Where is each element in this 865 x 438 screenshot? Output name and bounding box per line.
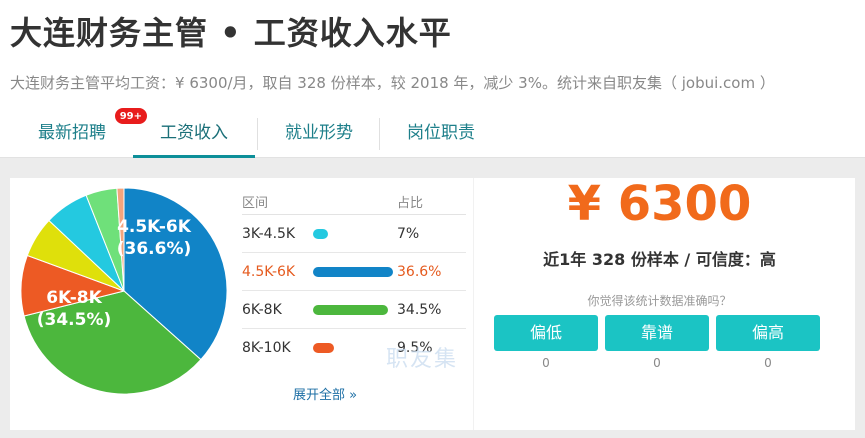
table-row: 6K-8K 34.5% xyxy=(242,291,466,329)
tab-latest-jobs[interactable]: 最新招聘 99+ xyxy=(22,107,148,158)
percent-column-header: 占比 xyxy=(397,196,424,211)
page-subtitle: 大连财务主管平均工资：¥ 6300/月，取自 328 份样本，较 2018 年，… xyxy=(10,74,775,92)
salary-pie-chart: 4.5K-6K (36.6%) 6K-8K (34.5%) xyxy=(20,187,228,395)
pie-label-range: 4.5K-6K xyxy=(117,217,192,237)
vote-low-count: 0 xyxy=(542,356,550,370)
table-row: 3K-4.5K 7% xyxy=(242,215,466,253)
tab-salary[interactable]: 工资收入 xyxy=(133,112,255,158)
pie-label-pct: (36.6%) xyxy=(117,239,192,259)
pie-label-range: 6K-8K xyxy=(46,288,102,308)
tab-employment[interactable]: 就业形势 xyxy=(260,112,378,158)
percent-cell: 7% xyxy=(397,226,420,242)
range-column-header: 区间 xyxy=(242,196,269,211)
percent-cell: 36.6% xyxy=(397,264,442,280)
table-row: 4.5K-6K 36.6% xyxy=(242,253,466,291)
table-header: 区间 占比 xyxy=(242,188,466,215)
percent-bar xyxy=(313,267,393,277)
vote-high-count: 0 xyxy=(764,356,772,370)
percent-bar xyxy=(313,305,389,315)
site-watermark: 职友集 xyxy=(386,347,459,372)
average-salary: ¥ 6300 xyxy=(567,176,752,232)
tab-label: 最新招聘 xyxy=(38,123,106,143)
expand-all-link[interactable]: 展开全部 » xyxy=(293,384,357,403)
tab-label: 工资收入 xyxy=(160,123,228,143)
vote-low-button[interactable]: 偏低 xyxy=(494,315,598,351)
accuracy-question: 你觉得该统计数据准确吗？ xyxy=(587,294,732,308)
tab-bar: 最新招聘 99+ 工资收入 就业形势 岗位职责 xyxy=(0,107,865,158)
percent-bar xyxy=(313,343,334,353)
tab-label: 岗位职责 xyxy=(407,123,475,143)
range-cell: 6K-8K xyxy=(242,302,282,318)
tab-label: 就业形势 xyxy=(285,123,353,143)
tab-divider xyxy=(379,118,380,150)
percent-cell: 34.5% xyxy=(397,302,442,318)
range-cell: 8K-10K xyxy=(242,340,291,356)
range-cell: 4.5K-6K xyxy=(242,264,296,280)
percent-bar xyxy=(313,229,329,239)
vote-accurate-count: 0 xyxy=(653,356,661,370)
tab-divider xyxy=(257,118,258,150)
tab-duties[interactable]: 岗位职责 xyxy=(382,112,500,158)
vote-high-button[interactable]: 偏高 xyxy=(716,315,820,351)
vote-accurate-button[interactable]: 靠谱 xyxy=(605,315,709,351)
page-title: 大连财务主管 • 工资收入水平 xyxy=(10,14,452,52)
pie-label-pct: (34.5%) xyxy=(37,310,112,330)
salary-content: 4.5K-6K (36.6%) 6K-8K (34.5%) 区间 占比 3K-4… xyxy=(0,158,865,438)
range-cell: 3K-4.5K xyxy=(242,226,296,242)
sample-description: 近1年 328 份样本 / 可信度：高 xyxy=(543,250,776,269)
